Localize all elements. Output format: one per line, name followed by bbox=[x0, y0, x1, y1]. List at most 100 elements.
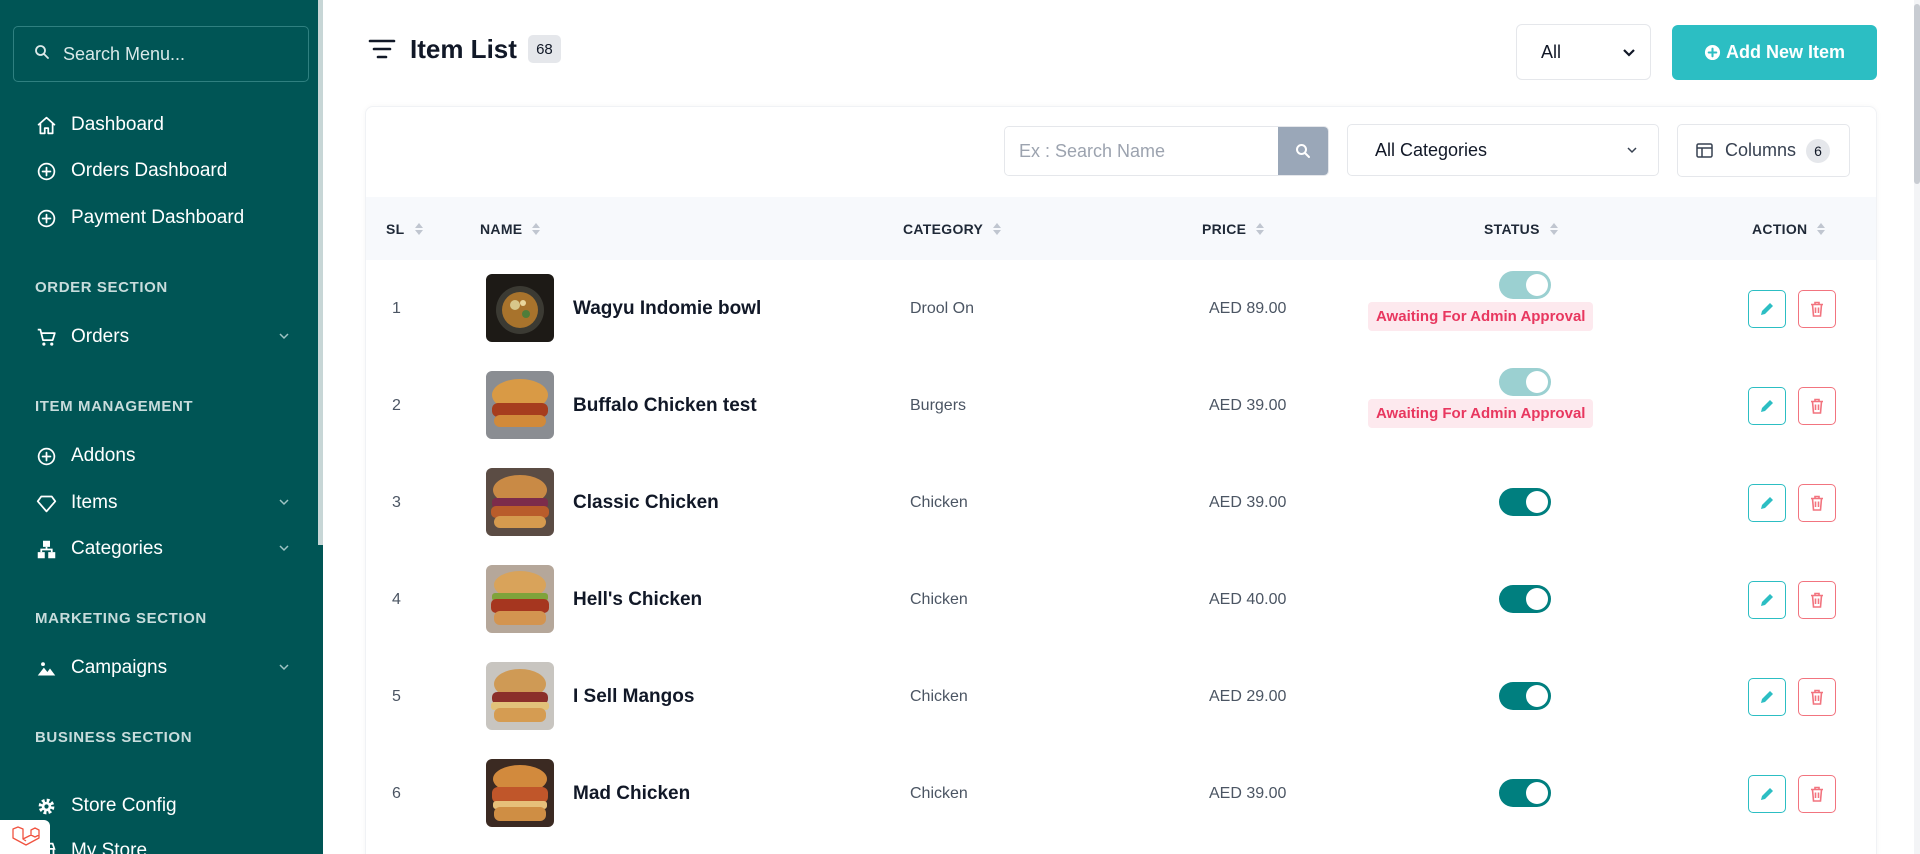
row-sl: 1 bbox=[392, 299, 401, 317]
search-icon bbox=[34, 44, 50, 65]
delete-button[interactable] bbox=[1798, 678, 1836, 716]
page-scrollbar[interactable] bbox=[1914, 0, 1920, 854]
row-sl: 6 bbox=[392, 784, 401, 802]
sidebar-search-input[interactable] bbox=[63, 43, 293, 65]
home-icon bbox=[35, 114, 57, 136]
column-header-category[interactable]: CATEGORY bbox=[903, 197, 1002, 260]
column-header-label: STATUS bbox=[1484, 220, 1540, 237]
sidebar-item-categories[interactable]: Categories bbox=[35, 534, 290, 564]
item-price: AED 40.00 bbox=[1209, 590, 1287, 608]
row-sl: 3 bbox=[392, 493, 401, 511]
trash-icon bbox=[1811, 592, 1823, 608]
sidebar-item-label: Orders Dashboard bbox=[71, 160, 228, 181]
sidebar-section-item-management: ITEM MANAGEMENT bbox=[35, 398, 194, 415]
edit-button[interactable] bbox=[1748, 775, 1786, 813]
filter-icon[interactable] bbox=[368, 37, 396, 61]
approval-status-badge: Awaiting For Admin Approval bbox=[1368, 302, 1594, 331]
sidebar-section-business: BUSINESS SECTION bbox=[35, 729, 193, 746]
item-search-input[interactable] bbox=[1005, 127, 1278, 175]
sort-icon bbox=[1817, 222, 1826, 235]
table-icon bbox=[1696, 143, 1713, 158]
column-header-action[interactable]: ACTION bbox=[1752, 197, 1826, 260]
page-header: Item List 68 bbox=[368, 32, 561, 66]
sort-icon bbox=[414, 222, 423, 235]
toggle-knob bbox=[1526, 685, 1548, 707]
status-toggle[interactable] bbox=[1499, 682, 1551, 710]
image-icon bbox=[35, 657, 57, 679]
category-filter-value: All Categories bbox=[1375, 139, 1488, 160]
edit-button[interactable] bbox=[1748, 678, 1786, 716]
column-header-status[interactable]: STATUS bbox=[1484, 197, 1558, 260]
edit-button[interactable] bbox=[1748, 581, 1786, 619]
trash-icon bbox=[1811, 786, 1823, 802]
item-category: Chicken bbox=[910, 687, 968, 705]
status-toggle[interactable] bbox=[1499, 779, 1551, 807]
columns-button[interactable]: Columns 6 bbox=[1677, 124, 1850, 177]
sidebar-scrollbar[interactable] bbox=[318, 0, 323, 545]
edit-button[interactable] bbox=[1748, 484, 1786, 522]
plus-circle-icon bbox=[35, 207, 57, 229]
sidebar-item-addons[interactable]: Addons bbox=[35, 441, 290, 471]
item-category: Drool On bbox=[910, 299, 975, 317]
chevron-down-icon bbox=[279, 333, 289, 340]
delete-button[interactable] bbox=[1798, 290, 1836, 328]
trash-icon bbox=[1811, 689, 1823, 705]
add-new-item-button[interactable]: Add New Item bbox=[1672, 25, 1877, 80]
sidebar-item-label: Addons bbox=[71, 445, 136, 466]
sidebar-item-orders-dashboard[interactable]: Orders Dashboard bbox=[35, 156, 290, 186]
column-header-name[interactable]: NAME bbox=[480, 197, 541, 260]
delete-button[interactable] bbox=[1798, 581, 1836, 619]
item-name: Wagyu Indomie bowl bbox=[573, 297, 762, 319]
search-icon bbox=[1296, 144, 1310, 158]
status-toggle[interactable] bbox=[1499, 488, 1551, 516]
column-header-label: SL bbox=[386, 220, 405, 237]
status-toggle[interactable] bbox=[1499, 271, 1551, 299]
sidebar-item-dashboard[interactable]: Dashboard bbox=[35, 110, 290, 140]
sidebar: Dashboard Orders Dashboard Payment Dashb… bbox=[0, 0, 323, 854]
item-category: Chicken bbox=[910, 590, 968, 608]
item-thumbnail bbox=[486, 759, 554, 827]
sidebar-section-marketing: MARKETING SECTION bbox=[35, 610, 207, 627]
sidebar-item-label: Campaigns bbox=[71, 657, 168, 678]
item-category: Chicken bbox=[910, 493, 968, 511]
sort-icon bbox=[532, 222, 541, 235]
item-thumbnail bbox=[486, 468, 554, 536]
gear-icon bbox=[35, 795, 57, 817]
column-header-price[interactable]: PRICE bbox=[1202, 197, 1265, 260]
delete-button[interactable] bbox=[1798, 484, 1836, 522]
pencil-icon bbox=[1761, 594, 1773, 606]
sidebar-item-orders[interactable]: Orders bbox=[35, 322, 290, 352]
toggle-knob bbox=[1526, 491, 1548, 513]
sidebar-item-campaigns[interactable]: Campaigns bbox=[35, 653, 290, 683]
edit-button[interactable] bbox=[1748, 387, 1786, 425]
item-thumbnail bbox=[486, 662, 554, 730]
status-toggle[interactable] bbox=[1499, 368, 1551, 396]
status-toggle[interactable] bbox=[1499, 585, 1551, 613]
diamond-icon bbox=[35, 492, 57, 514]
delete-button[interactable] bbox=[1798, 387, 1836, 425]
sidebar-item-label: Dashboard bbox=[71, 114, 164, 135]
item-name: Hell's Chicken bbox=[573, 588, 703, 610]
sidebar-item-payment-dashboard[interactable]: Payment Dashboard bbox=[35, 203, 290, 233]
status-filter-select[interactable]: All bbox=[1516, 24, 1651, 80]
table-row: 5 I Sell Mangos Chicken AED 29.00 bbox=[366, 648, 1876, 745]
approval-status-badge: Awaiting For Admin Approval bbox=[1368, 399, 1594, 428]
sidebar-item-items[interactable]: Items bbox=[35, 488, 290, 518]
delete-button[interactable] bbox=[1798, 775, 1836, 813]
hierarchy-icon bbox=[35, 538, 57, 560]
trash-icon bbox=[1811, 301, 1823, 317]
sidebar-item-store-config[interactable]: Store Config bbox=[35, 791, 290, 821]
columns-count-badge: 6 bbox=[1806, 138, 1831, 163]
table-row: 1 Wagyu Indomie bowl Drool On AED 89.00 … bbox=[366, 260, 1876, 357]
edit-button[interactable] bbox=[1748, 290, 1786, 328]
page-scrollbar-thumb[interactable] bbox=[1914, 4, 1920, 184]
table-row: 4 Hell's Chicken Chicken AED 40.00 bbox=[366, 551, 1876, 648]
column-header-sl[interactable]: SL bbox=[386, 197, 423, 260]
search-button[interactable] bbox=[1278, 127, 1328, 175]
plus-circle-icon bbox=[1704, 44, 1721, 61]
table-row: 6 Mad Chicken Chicken AED 39.00 bbox=[366, 745, 1876, 842]
sidebar-item-my-store[interactable]: My Store bbox=[35, 836, 290, 854]
sidebar-section-order: ORDER SECTION bbox=[35, 279, 168, 296]
category-filter-select[interactable]: All Categories bbox=[1347, 124, 1659, 176]
item-thumbnail bbox=[486, 565, 554, 633]
